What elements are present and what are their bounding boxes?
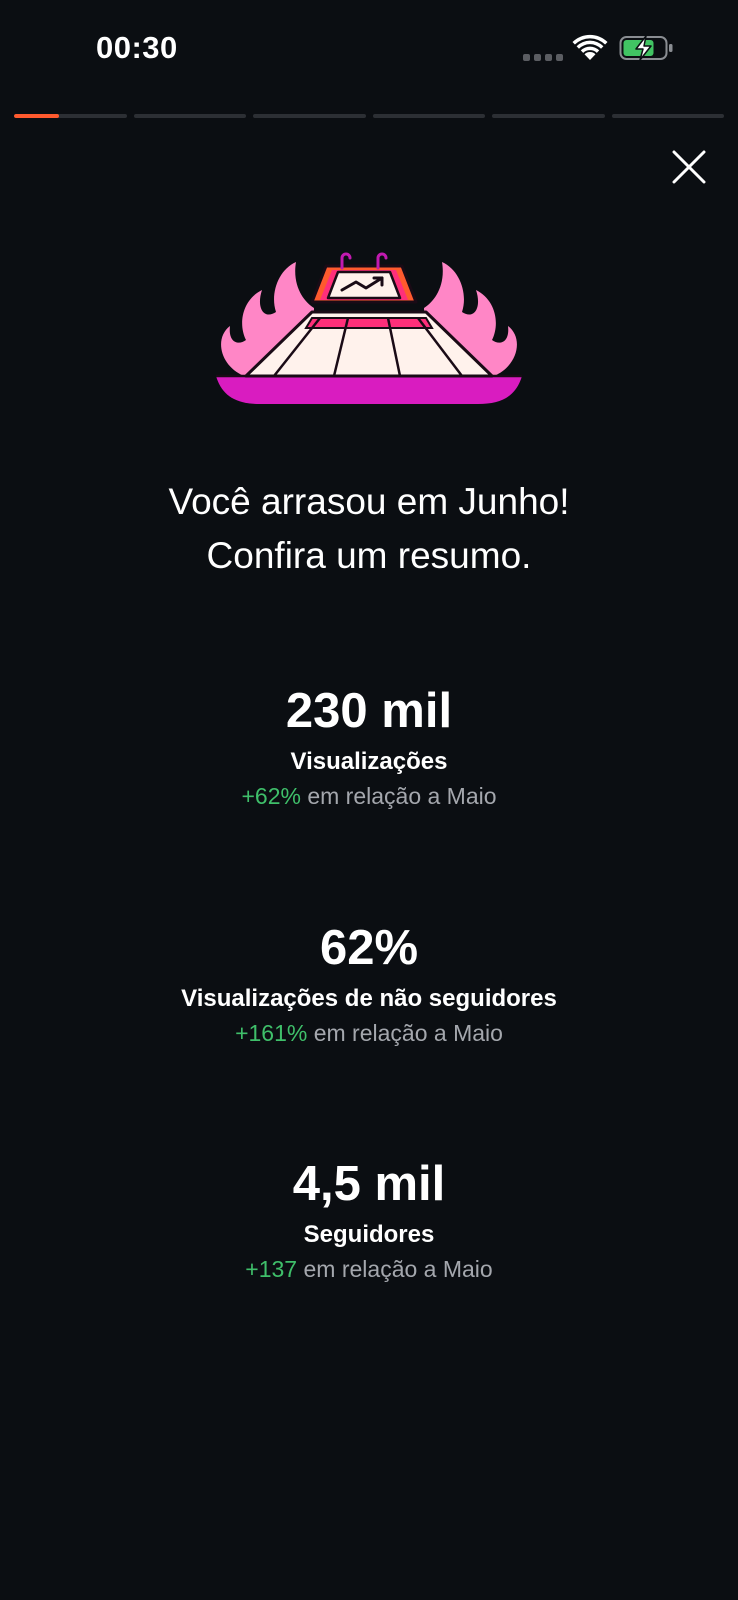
story-progress-segment (611, 114, 724, 118)
stat-value: 4,5 mil (292, 1157, 446, 1211)
story-progress-segment (492, 114, 605, 118)
battery-charging-icon (619, 35, 673, 61)
headline-line-1: Você arrasou em Junho! (168, 481, 570, 522)
story-progress-segment (253, 114, 366, 118)
stat-label: Visualizações de não seguidores (181, 985, 557, 1012)
stat-label: Seguidores (303, 1221, 435, 1248)
stat-comparison-text: em relação a Maio (313, 1020, 503, 1046)
headline-line-2: Confira um resumo. (206, 535, 532, 576)
stat-non-follower-views: 62% Visualizações de não seguidores +161… (0, 918, 738, 1050)
stat-views: 230 mil Visualizações +62% em relação a … (0, 681, 738, 813)
story-progress-segment (372, 114, 485, 118)
story-progress-bar (14, 114, 724, 118)
stat-comparison: +161% em relação a Maio (0, 1016, 738, 1050)
stat-comparison-text: em relação a Maio (303, 1256, 493, 1282)
stat-value: 62% (319, 921, 419, 975)
stat-comparison: +62% em relação a Maio (0, 779, 738, 813)
stat-delta: +137 (245, 1256, 298, 1282)
stat-value: 230 mil (285, 684, 453, 738)
close-icon (672, 150, 706, 184)
story-progress-segment (14, 114, 127, 118)
status-bar: 00:30 (0, 0, 738, 100)
story-progress-fill (14, 114, 59, 118)
story-progress-segment (133, 114, 246, 118)
close-button[interactable] (666, 144, 712, 190)
stat-delta: +62% (241, 783, 301, 809)
summary-headline: Você arrasou em Junho! Confira um resumo… (0, 475, 738, 583)
stat-followers: 4,5 mil Seguidores +137 em relação a Mai… (0, 1154, 738, 1286)
stat-comparison-text: em relação a Maio (307, 783, 497, 809)
stat-comparison: +137 em relação a Maio (0, 1252, 738, 1286)
stat-delta: +161% (235, 1020, 308, 1046)
status-time: 00:30 (96, 30, 178, 65)
stat-label: Visualizações (290, 748, 448, 775)
wifi-icon (572, 34, 608, 60)
flaming-chart-calendar-illustration (216, 252, 522, 404)
cellular-signal-icon (523, 54, 563, 61)
